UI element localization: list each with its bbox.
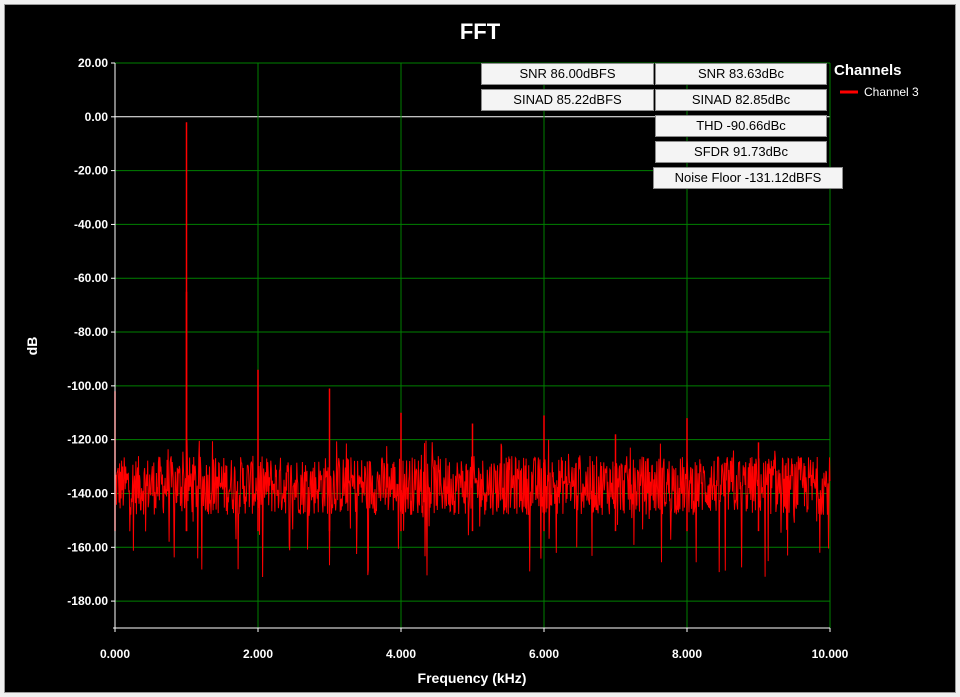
x-tick-labels: 0.000 2.000 4.000 6.000 8.000 10.000 xyxy=(100,647,849,661)
thd-box: THD -90.66dBc xyxy=(655,115,827,137)
y-tick-label: -60.00 xyxy=(74,271,108,285)
x-tick-label: 8.000 xyxy=(672,647,702,661)
legend: Channels Channel 3 xyxy=(834,62,919,99)
legend-entry-channel-3: Channel 3 xyxy=(864,85,919,99)
noise-floor-box: Noise Floor -131.12dBFS xyxy=(653,167,843,189)
y-tick-label: -180.00 xyxy=(67,594,108,608)
chart-frame: FFT 20.00 0.00 -20.00 -40.00 -60.00 -80.00 -10… xyxy=(4,4,956,693)
x-tick-label: 6.000 xyxy=(529,647,559,661)
legend-title: Channels xyxy=(834,62,902,79)
chart-title: FFT xyxy=(460,19,501,44)
snr-dbc-box: SNR 83.63dBc xyxy=(655,63,827,85)
y-axis-label: dB xyxy=(24,337,40,356)
y-tick-label: -20.00 xyxy=(74,164,108,178)
y-tick-label: -100.00 xyxy=(67,379,108,393)
y-tick-label: -160.00 xyxy=(67,540,108,554)
trace-layer xyxy=(114,122,831,578)
y-tick-label: -80.00 xyxy=(74,325,108,339)
snr-dbfs-box: SNR 86.00dBFS xyxy=(481,63,654,85)
y-tick-label: 0.00 xyxy=(85,110,109,124)
x-tick-label: 0.000 xyxy=(100,647,130,661)
x-tick-label: 2.000 xyxy=(243,647,273,661)
y-tick-label: -140.00 xyxy=(67,486,108,500)
y-tick-label: -120.00 xyxy=(67,433,108,447)
y-tick-label: -40.00 xyxy=(74,217,108,231)
sinad-dbfs-box: SINAD 85.22dBFS xyxy=(481,89,654,111)
sfdr-box: SFDR 91.73dBc xyxy=(655,141,827,163)
y-tick-labels: 20.00 0.00 -20.00 -40.00 -60.00 -80.00 -100.00… xyxy=(67,56,108,608)
sinad-dbc-box: SINAD 82.85dBc xyxy=(655,89,827,111)
x-tick-label: 10.000 xyxy=(812,647,849,661)
y-tick-label: 20.00 xyxy=(78,56,108,70)
x-axis-label: Frequency (kHz) xyxy=(418,670,527,686)
x-tick-label: 4.000 xyxy=(386,647,416,661)
